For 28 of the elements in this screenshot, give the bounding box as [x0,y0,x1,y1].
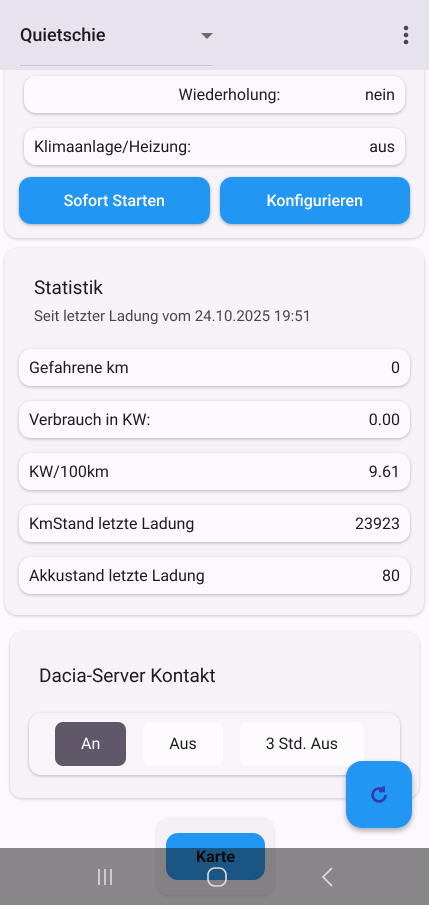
dropdown-caret-icon [201,32,213,38]
row-value: 9.61 [368,460,400,482]
row-label: KmStand letzte Ladung [29,512,196,534]
back-icon[interactable] [320,866,333,886]
segment-option[interactable]: An [55,722,126,766]
refresh-button[interactable] [346,761,412,828]
row-value: 0 [391,356,400,378]
home-icon[interactable] [206,866,228,888]
row-value: aus [369,136,395,158]
card-title: Statistik [33,275,104,301]
recent-apps-icon[interactable] [96,868,114,886]
row-value: 0.00 [368,408,400,430]
row-value: 23923 [355,512,400,534]
row-value: nein [364,84,395,106]
more-options-icon[interactable] [403,25,409,45]
segment-option[interactable]: 3 Std. Aus [240,722,364,766]
row-label: Akkustand letzte Ladung [29,564,206,586]
segment-option[interactable]: Aus [143,722,223,766]
vehicle-dropdown[interactable]: Quietschie [20,6,213,66]
card-title: Dacia-Server Kontakt [38,663,217,689]
row-label: KW/100km [29,460,110,482]
refresh-icon [368,784,390,806]
row-label: Verbrauch in KW: [29,408,152,430]
row-label: Klimaanlage/Heizung: [34,136,192,158]
row-value: 80 [382,564,400,586]
row-label: Gefahrene km [29,356,130,378]
card-subtitle: Seit letzter Ladung vom 24.10.2025 19:51 [33,306,312,326]
row-label: Wiederholung: [178,84,282,106]
